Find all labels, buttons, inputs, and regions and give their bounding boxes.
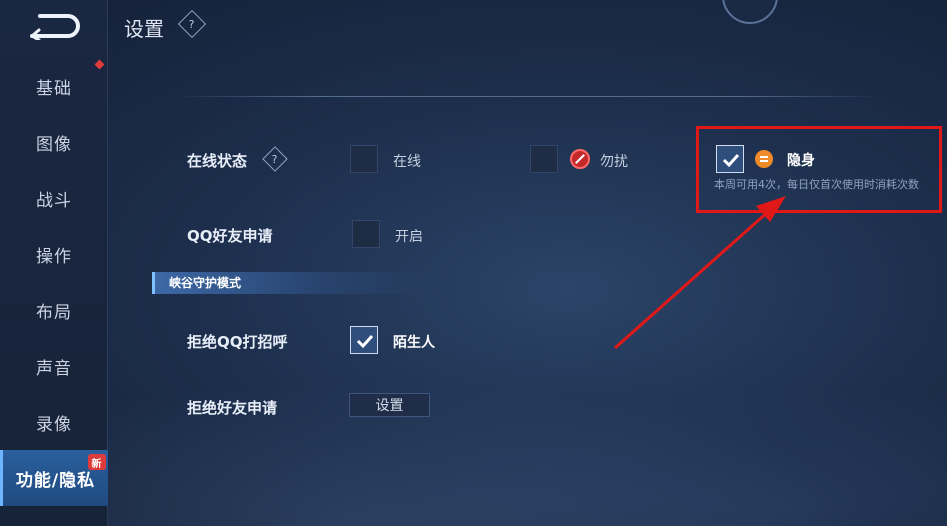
sidebar-item-sound[interactable]: 声音 <box>0 338 108 394</box>
help-glyph: ? <box>189 17 195 31</box>
sidebar-item-label: 布局 <box>36 302 72 323</box>
online-checkbox[interactable] <box>350 145 378 173</box>
sidebar-item-label: 基础 <box>36 78 72 99</box>
sidebar-item-privacy[interactable]: 功能/隐私 新 <box>0 450 108 506</box>
sidebar-item-label: 声音 <box>36 358 72 379</box>
new-badge: 新 <box>88 454 106 470</box>
section-title: 峡谷守护模式 <box>152 272 422 294</box>
sidebar-item-label: 功能/隐私 <box>15 470 96 491</box>
sidebar: 基础 图像 战斗 操作 布局 声音 录像 功能/隐私 新 <box>0 0 108 526</box>
stranger-option-label: 陌生人 <box>393 335 435 351</box>
sidebar-item-label: 操作 <box>36 246 72 267</box>
page-title: 设置 <box>124 17 164 41</box>
sidebar-item-label: 战斗 <box>36 190 72 211</box>
reject-friend-request-settings-button[interactable]: 设置 <box>349 393 430 417</box>
checkmark-icon <box>356 334 374 349</box>
divider <box>172 96 882 97</box>
qq-friend-request-option: 开启 <box>395 229 423 245</box>
qq-friend-request-label: QQ好友申请 <box>187 227 273 245</box>
rank-emblem-icon <box>722 0 778 24</box>
online-status-help-icon[interactable]: ? <box>262 146 288 172</box>
sidebar-item-controls[interactable]: 操作 <box>0 226 108 282</box>
sidebar-item-combat[interactable]: 战斗 <box>0 170 108 226</box>
sidebar-item-replay[interactable]: 录像 <box>0 394 108 450</box>
sidebar-item-layout[interactable]: 布局 <box>0 282 108 338</box>
reject-qq-greeting-label: 拒绝QQ打招呼 <box>187 333 288 351</box>
help-glyph: ? <box>272 152 278 166</box>
no-entry-icon <box>570 149 590 169</box>
back-arrow-icon[interactable] <box>26 10 82 40</box>
background-wave <box>108 356 947 526</box>
qq-friend-request-checkbox[interactable] <box>352 220 380 248</box>
do-not-disturb-label: 勿扰 <box>600 154 628 170</box>
annotation-arrow <box>614 196 786 350</box>
sidebar-item-image[interactable]: 图像 <box>0 114 108 170</box>
sidebar-item-label: 图像 <box>36 134 72 155</box>
stranger-checkbox[interactable] <box>350 326 378 354</box>
online-option-label: 在线 <box>393 154 421 170</box>
sidebar-item-basic[interactable]: 基础 <box>0 58 108 114</box>
annotation-highlight-box <box>696 126 942 213</box>
do-not-disturb-checkbox[interactable] <box>530 145 558 173</box>
reject-friend-request-label: 拒绝好友申请 <box>187 399 278 417</box>
help-icon[interactable]: ? <box>177 9 207 39</box>
sidebar-item-label: 录像 <box>36 414 72 435</box>
online-status-label: 在线状态 <box>187 152 248 170</box>
